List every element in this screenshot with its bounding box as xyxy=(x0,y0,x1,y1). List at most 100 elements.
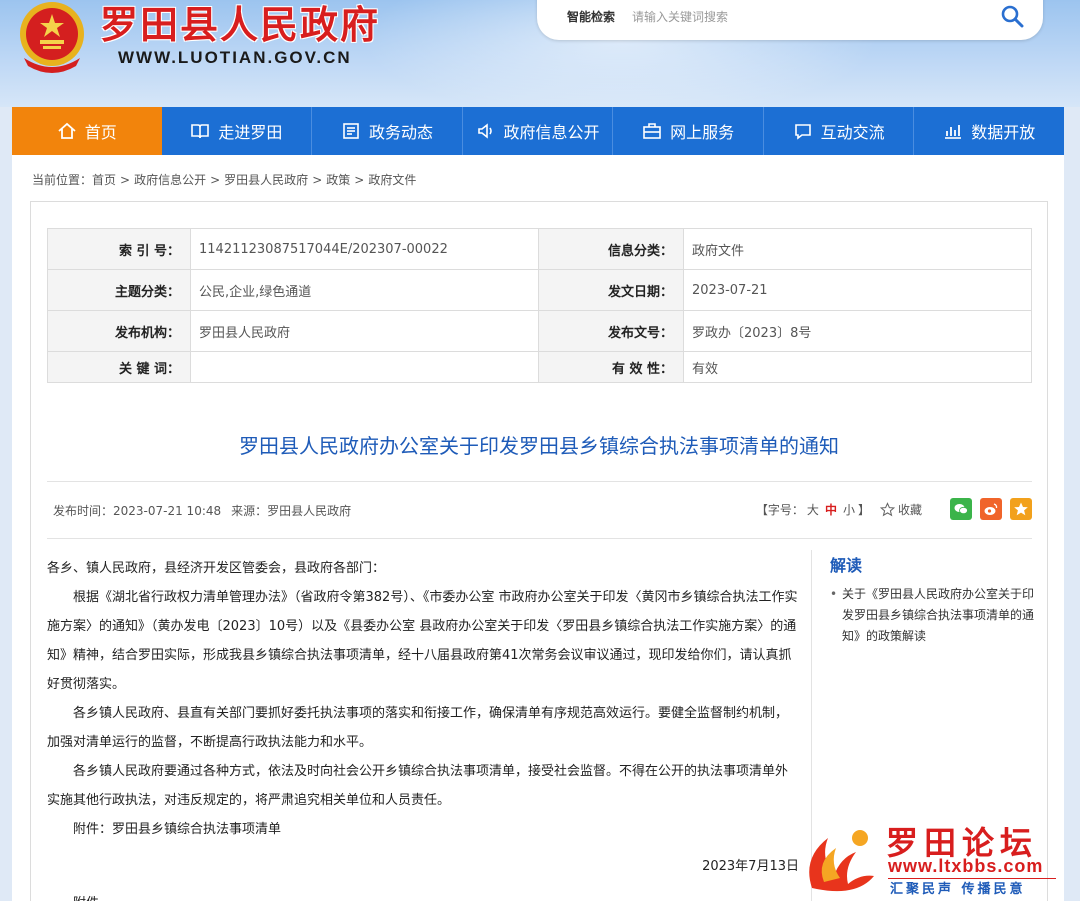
attachment-note: 附件：罗田县乡镇综合执法事项清单 xyxy=(73,822,282,837)
breadcrumb-county-gov[interactable]: 罗田县人民政府 xyxy=(224,173,308,187)
attachment-label: 附件 xyxy=(47,889,799,901)
nav-label: 互动交流 xyxy=(820,123,885,142)
font-size-large[interactable]: 大 xyxy=(807,503,819,517)
table-row: 发布机构： 罗田县人民政府 发布文号： 罗政办〔2023〕8号 xyxy=(47,310,1032,352)
index-label: 索 引 号： xyxy=(47,228,191,270)
salutation: 各乡、镇人民政府，县经济开发区管委会，县政府各部门： xyxy=(47,561,386,576)
topic-label: 主题分类： xyxy=(47,269,191,311)
article-tools: 【字号：大中小】 收藏 xyxy=(756,498,1032,520)
nav-item-interaction[interactable]: 互动交流 xyxy=(764,107,915,155)
article-body: 各乡、镇人民政府，县经济开发区管委会，县政府各部门： 根据《湖北省行政权力清单管… xyxy=(47,554,799,901)
keyword-label: 关 键 词： xyxy=(47,351,191,383)
forum-slogan: 汇聚民声 传播民意 xyxy=(890,882,1026,897)
font-size-small[interactable]: 小 xyxy=(843,503,855,517)
nav-item-home[interactable]: 首页 xyxy=(12,107,162,155)
star-icon xyxy=(1014,502,1028,516)
site-title: 罗田县人民政府 xyxy=(100,2,381,47)
date-value: 2023-07-21 xyxy=(683,269,1032,311)
briefcase-icon xyxy=(643,123,661,139)
nav-item-about[interactable]: 走进罗田 xyxy=(162,107,313,155)
font-size-switcher: 【字号：大中小】 xyxy=(756,501,870,518)
share-qzone-button[interactable] xyxy=(1010,498,1032,520)
keyword-value xyxy=(190,351,539,383)
star-outline-icon xyxy=(879,501,895,516)
docno-value: 罗政办〔2023〕8号 xyxy=(683,310,1032,352)
publish-time: 发布时间：2023-07-21 10:48 xyxy=(53,504,222,518)
national-emblem-icon xyxy=(20,2,84,73)
nav-label: 政务动态 xyxy=(368,123,433,142)
nav-item-gov-info[interactable]: 政府信息公开 xyxy=(463,107,614,155)
site-header: 罗田县人民政府 WWW.LUOTIAN.GOV.CN 智能检索 xyxy=(0,0,1080,107)
nav-label: 数据开放 xyxy=(971,123,1036,142)
forum-url: www.ltxbbs.com xyxy=(888,856,1044,876)
breadcrumb-separator: > xyxy=(210,173,221,187)
nav-item-online-service[interactable]: 网上服务 xyxy=(613,107,764,155)
article-paragraph: 各乡镇人民政府、县直有关部门要抓好委托执法事项的落实和衔接工作，确保清单有序规范… xyxy=(47,706,789,750)
favorite-button[interactable]: 收藏 xyxy=(879,501,922,518)
breadcrumb-separator: > xyxy=(354,173,365,187)
topic-value: 公民,企业,绿色通道 xyxy=(190,269,539,311)
home-icon xyxy=(58,122,76,139)
article-paragraph: 各乡镇人民政府要通过各种方式，依法及时向社会公开乡镇综合执法事项清单，接受社会监… xyxy=(47,764,789,808)
table-row: 主题分类： 公民,企业,绿色通道 发文日期： 2023-07-21 xyxy=(47,269,1032,311)
table-row: 关 键 词： 有 效 性： 有效 xyxy=(47,351,1032,383)
category-value: 政府文件 xyxy=(683,228,1032,270)
site-url: WWW.LUOTIAN.GOV.CN xyxy=(118,48,352,67)
nav-label: 走进罗田 xyxy=(218,123,283,142)
breadcrumb-separator: > xyxy=(120,173,131,187)
breadcrumb-gov-info[interactable]: 政府信息公开 xyxy=(134,173,206,187)
search-input[interactable] xyxy=(632,6,972,28)
share-wechat-button[interactable] xyxy=(950,498,972,520)
nav-label: 政府信息公开 xyxy=(503,123,600,142)
share-weibo-button[interactable] xyxy=(980,498,1002,520)
search-icon[interactable] xyxy=(999,3,1025,29)
sidebar-item-interpretation[interactable]: 关于《罗田县人民政府办公室关于印发罗田县乡镇综合执法事项清单的通知》的政策解读 xyxy=(830,584,1040,647)
table-row: 索 引 号： 11421123087517044E/202307-00022 信… xyxy=(47,228,1032,270)
index-value: 11421123087517044E/202307-00022 xyxy=(190,228,539,270)
document-title: 罗田县人民政府办公室关于印发罗田县乡镇综合执法事项清单的通知 xyxy=(239,434,839,458)
sign-date: 2023年7月13日 xyxy=(702,859,799,874)
breadcrumb-home[interactable]: 首页 xyxy=(92,173,116,187)
book-icon xyxy=(191,124,210,139)
content-box: 索 引 号： 11421123087517044E/202307-00022 信… xyxy=(30,201,1048,901)
publish-info: 发布时间：2023-07-21 10:48 来源：罗田县人民政府 xyxy=(53,502,351,519)
speaker-icon xyxy=(477,123,492,139)
publish-source: 来源：罗田县人民政府 xyxy=(231,504,352,518)
article-info-bar: 发布时间：2023-07-21 10:48 来源：罗田县人民政府 【字号：大中小】… xyxy=(47,481,1032,539)
sidebar-heading: 解读 xyxy=(830,556,863,575)
breadcrumb: 当前位置：首页 > 政府信息公开 > 罗田县人民政府 > 政策 > 政府文件 xyxy=(32,171,416,188)
breadcrumb-separator: > xyxy=(312,173,323,187)
nav-label: 网上服务 xyxy=(670,123,735,142)
article-paragraph: 根据《湖北省行政权力清单管理办法》（省政府令第382号）、《市委办公室 市政府办… xyxy=(47,590,798,692)
nav-label: 首页 xyxy=(84,123,117,142)
interpretation-sidebar: 解读 关于《罗田县人民政府办公室关于印发罗田县乡镇综合执法事项清单的通知》的政策… xyxy=(830,552,1040,647)
date-label: 发文日期： xyxy=(538,269,684,311)
font-size-medium[interactable]: 中 xyxy=(825,503,837,517)
breadcrumb-policy[interactable]: 政策 xyxy=(326,173,350,187)
font-size-suffix: 】 xyxy=(857,502,870,517)
favorite-label: 收藏 xyxy=(897,502,922,517)
font-size-prefix: 【字号： xyxy=(755,502,804,517)
nav-item-news[interactable]: 政务动态 xyxy=(312,107,463,155)
share-buttons xyxy=(942,498,1032,520)
main-nav: 首页 走进罗田 政务动态 政府信息公开 网上服务 互动交流 数据开放 xyxy=(12,107,1064,155)
nav-item-open-data[interactable]: 数据开放 xyxy=(914,107,1064,155)
docno-label: 发布文号： xyxy=(538,310,684,352)
main-panel: 当前位置：首页 > 政府信息公开 > 罗田县人民政府 > 政策 > 政府文件 索 引 号： 11… xyxy=(12,155,1064,901)
chart-icon xyxy=(945,125,962,139)
forum-logo-icon xyxy=(809,830,874,892)
wechat-icon xyxy=(954,504,968,515)
search-label: 智能检索 xyxy=(567,10,616,24)
weibo-icon xyxy=(984,503,998,515)
chat-icon xyxy=(794,124,811,140)
metadata-table: 索 引 号： 11421123087517044E/202307-00022 信… xyxy=(47,228,1032,383)
validity-value: 有效 xyxy=(683,351,1032,383)
search-bar: 智能检索 xyxy=(537,0,1043,40)
forum-watermark: 罗田论坛 www.ltxbbs.com 汇聚民声 传播民意 xyxy=(800,816,1070,901)
news-icon xyxy=(343,123,359,139)
org-label: 发布机构： xyxy=(47,310,191,352)
breadcrumb-prefix: 当前位置： xyxy=(32,173,93,187)
validity-label: 有 效 性： xyxy=(538,351,684,383)
breadcrumb-gov-docs[interactable]: 政府文件 xyxy=(368,173,416,187)
category-label: 信息分类： xyxy=(538,228,684,270)
